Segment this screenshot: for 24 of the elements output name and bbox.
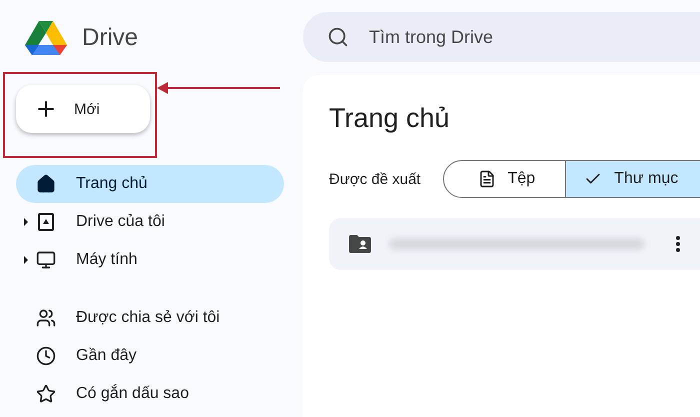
nav-item[interactable]: Drive của tôi [16,203,284,241]
search-field[interactable]: Tìm trong Drive [303,12,700,62]
filter-chip[interactable]: Tệp [442,160,566,198]
nav-item[interactable]: Có gắn dấu sao [16,375,284,413]
filter-label: Được đề xuất [329,170,421,188]
search-icon [327,26,349,48]
people-icon [36,308,56,328]
page-title: Trang chủ [329,103,451,134]
computer-icon [36,250,56,270]
document-icon [478,170,496,188]
app-name: Drive [82,24,138,52]
drive-icon [36,212,56,232]
nav-item[interactable]: Được chia sẻ với tôi [16,299,284,337]
filter-chip[interactable]: Thư mục [566,160,700,198]
star-icon [36,384,56,404]
arrow-icon [156,81,282,95]
clock-icon [36,346,56,366]
nav-item[interactable]: Máy tính [16,241,284,279]
nav-item[interactable]: Gần đây [16,337,284,375]
new-button[interactable]: Mới [16,85,150,133]
nav-item[interactable]: Trang chủ [16,165,284,203]
home-icon [36,174,56,194]
shared-folder-icon [349,235,371,253]
drive-logo-icon [24,19,68,57]
